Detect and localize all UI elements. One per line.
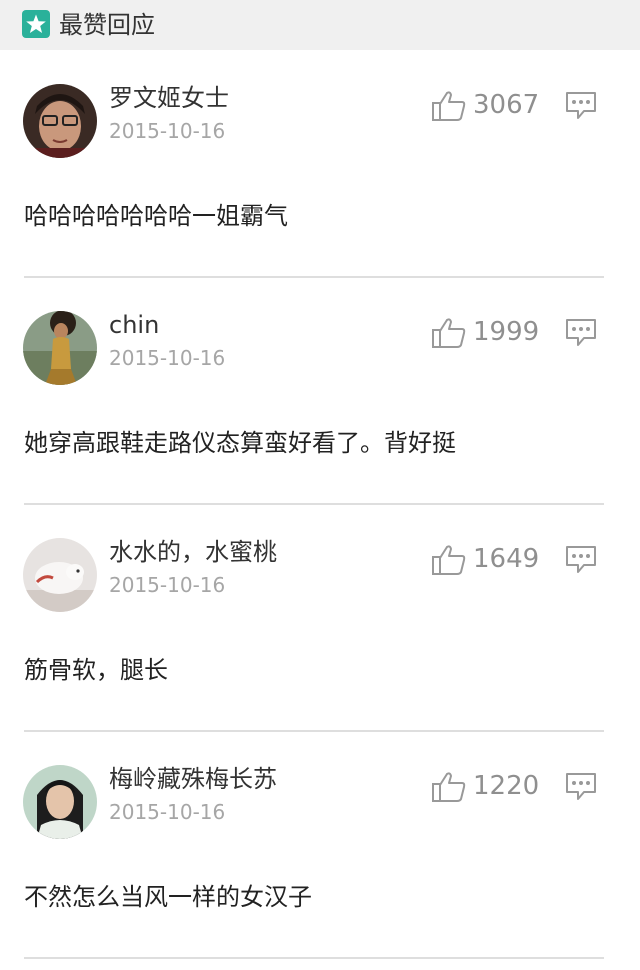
like-button[interactable]: 1999 bbox=[431, 313, 551, 353]
like-button[interactable]: 3067 bbox=[431, 86, 551, 126]
comment-date: 2015-10-16 bbox=[109, 800, 226, 824]
thumbs-up-icon bbox=[432, 318, 466, 348]
comment-date: 2015-10-16 bbox=[109, 119, 226, 143]
reply-button[interactable] bbox=[564, 316, 598, 350]
reply-button[interactable] bbox=[564, 770, 598, 804]
comment-item: 水水的，水蜜桃 2015-10-16 1649 筋骨软，腿长 bbox=[0, 505, 640, 732]
comment-text: 不然怎么当风一样的女汉子 bbox=[24, 883, 312, 911]
like-count: 3067 bbox=[473, 90, 540, 120]
thumbs-up-icon bbox=[432, 772, 466, 802]
comment-date: 2015-10-16 bbox=[109, 573, 226, 597]
comment-bubble-icon bbox=[566, 546, 596, 573]
like-button[interactable]: 1220 bbox=[431, 767, 551, 807]
comment-item: 梅岭藏殊梅长苏 2015-10-16 1220 不然怎么当风一样的女汉子 bbox=[0, 732, 640, 959]
hot-comments-page: 最赞回应 罗文姬女士 2015-10-16 3067 哈哈哈哈哈哈哈一姐霸气 c… bbox=[0, 0, 640, 970]
comment-item: 罗文姬女士 2015-10-16 3067 哈哈哈哈哈哈哈一姐霸气 bbox=[0, 51, 640, 278]
username[interactable]: 梅岭藏殊梅长苏 bbox=[109, 762, 277, 796]
section-header: 最赞回应 bbox=[0, 0, 640, 50]
comment-bubble-icon bbox=[566, 319, 596, 346]
comment-text: 筋骨软，腿长 bbox=[24, 656, 168, 684]
comment-bubble-icon bbox=[566, 773, 596, 800]
thumbs-up-icon bbox=[432, 545, 466, 575]
avatar[interactable] bbox=[23, 84, 97, 158]
comment-text: 她穿高跟鞋走路仪态算蛮好看了。背好挺 bbox=[24, 429, 456, 457]
username[interactable]: 水水的，水蜜桃 bbox=[109, 535, 277, 569]
star-icon bbox=[22, 10, 50, 38]
reply-button[interactable] bbox=[564, 89, 598, 123]
like-button[interactable]: 1649 bbox=[431, 540, 551, 580]
avatar[interactable] bbox=[23, 765, 97, 839]
comment-text: 哈哈哈哈哈哈哈一姐霸气 bbox=[24, 202, 288, 230]
thumbs-up-icon bbox=[432, 91, 466, 121]
reply-button[interactable] bbox=[564, 543, 598, 577]
avatar[interactable] bbox=[23, 311, 97, 385]
avatar[interactable] bbox=[23, 538, 97, 612]
comment-bubble-icon bbox=[566, 92, 596, 119]
comment-item: chin 2015-10-16 1999 她穿高跟鞋走路仪态算蛮好看了。背好挺 bbox=[0, 278, 640, 505]
username[interactable]: 罗文姬女士 bbox=[109, 81, 229, 115]
like-count: 1999 bbox=[473, 317, 540, 347]
like-count: 1220 bbox=[473, 771, 540, 801]
comment-date: 2015-10-16 bbox=[109, 346, 226, 370]
divider bbox=[24, 957, 604, 959]
like-count: 1649 bbox=[473, 544, 540, 574]
section-title: 最赞回应 bbox=[59, 11, 155, 39]
username[interactable]: chin bbox=[109, 308, 159, 342]
